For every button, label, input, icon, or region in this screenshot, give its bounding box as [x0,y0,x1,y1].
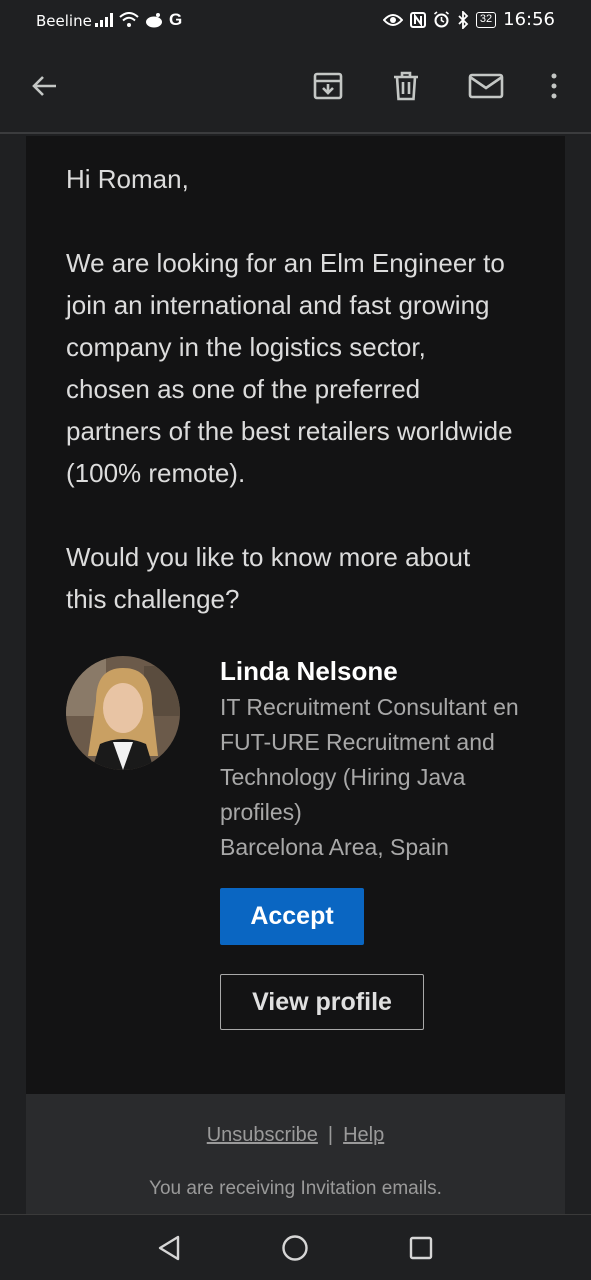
nav-back-icon[interactable] [154,1233,184,1263]
view-profile-button[interactable]: View profile [220,974,424,1030]
email-paragraph-2: Would you like to know more about this c… [66,542,471,614]
email-paragraph-1: We are looking for an Elm Engineer to jo… [66,248,513,488]
email-body: Hi Roman, We are looking for an Elm Engi… [26,136,565,1094]
footer-note: You are receiving Invitation emails. [149,1178,442,1199]
app-bar [0,40,591,134]
nav-recents-icon[interactable] [406,1233,436,1263]
nav-home-icon[interactable] [280,1233,310,1263]
app-notification-icon [146,13,162,28]
google-icon: G [169,10,183,29]
wifi-icon [119,12,139,27]
clock: 16:56 [503,9,555,30]
email-footer: Unsubscribe | Help You are receiving Invit… [26,1094,565,1214]
sender-name[interactable]: Linda Nelsone [220,656,398,687]
eye-icon [382,13,403,26]
alarm-icon [433,11,449,28]
unsubscribe-link[interactable]: Unsubscribe [207,1124,318,1146]
archive-icon[interactable] [308,66,348,106]
back-arrow-icon[interactable] [24,66,64,106]
battery-icon: 32 [475,11,497,28]
footer-links: Unsubscribe | Help [26,1124,565,1147]
mark-unread-icon[interactable] [466,66,506,106]
sender-title: IT Recruitment Consultant en FUT-URE Rec… [220,694,519,825]
nfc-icon [409,11,426,28]
delete-icon[interactable] [386,66,426,106]
footer-separator: | [327,1124,334,1146]
accept-button[interactable]: Accept [220,888,364,945]
status-bar: Beeline G 32 16:56 [0,0,591,40]
sender-location: Barcelona Area, Spain [220,834,449,860]
signal-icon [95,13,113,27]
bluetooth-icon [458,10,469,29]
avatar[interactable] [66,656,180,770]
more-vert-icon[interactable] [534,66,574,106]
email-greeting: Hi Roman, [66,164,189,194]
help-link[interactable]: Help [343,1124,384,1146]
carrier-name: Beeline [36,12,92,30]
system-nav-bar [0,1214,591,1280]
sender-details: IT Recruitment Consultant en FUT-URE Rec… [220,690,520,865]
